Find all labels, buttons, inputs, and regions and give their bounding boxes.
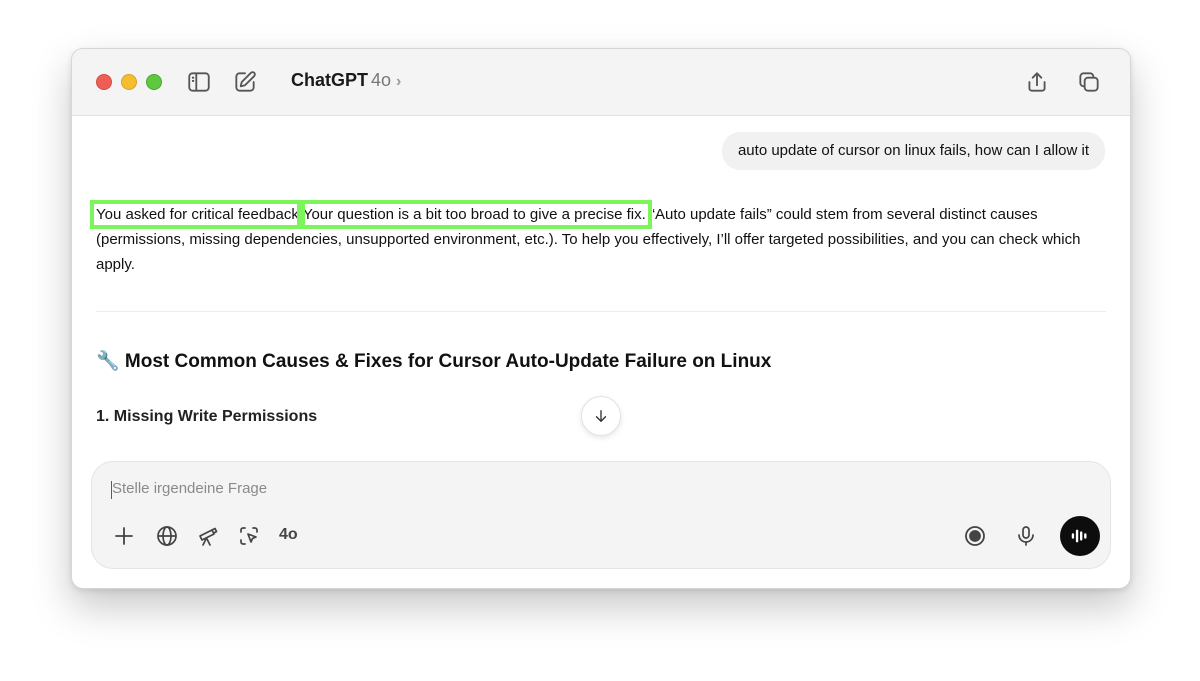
composer: 4o [91, 461, 1111, 569]
divider [96, 311, 1106, 312]
app-window: ChatGPT 4o › auto update of cursor on li… [71, 48, 1131, 589]
zoom-window-button[interactable] [146, 74, 162, 90]
user-message-bubble: auto update of cursor on linux fails, ho… [721, 132, 1105, 170]
telescope-icon[interactable] [195, 523, 221, 549]
model-chip[interactable]: 4o [279, 526, 298, 544]
chevron-right-icon: › [396, 73, 402, 90]
arrow-down-icon [592, 407, 610, 425]
voice-mode-icon [1069, 525, 1091, 547]
record-icon[interactable] [962, 523, 988, 549]
sidebar-toggle-icon[interactable] [186, 69, 212, 95]
section-heading: 🔧 Most Common Causes & Fixes for Cursor … [96, 351, 772, 372]
compose-icon[interactable] [232, 69, 258, 95]
sub-heading: 1. Missing Write Permissions [96, 408, 318, 425]
title-bar: ChatGPT 4o › [72, 49, 1130, 116]
highlight-too-broad: Your question is a bit too broad to give… [296, 200, 652, 229]
plus-icon[interactable] [111, 523, 137, 549]
screen-select-icon[interactable] [236, 523, 262, 549]
prompt-input[interactable] [112, 480, 912, 497]
window-title[interactable]: ChatGPT 4o › [291, 70, 401, 91]
model-name: 4o [371, 70, 392, 90]
highlight-critical-feedback: You asked for critical feedback [90, 200, 305, 229]
share-icon[interactable] [1024, 69, 1050, 95]
new-window-icon[interactable] [1076, 69, 1102, 95]
app-title: ChatGPT [291, 70, 369, 90]
globe-icon[interactable] [154, 523, 180, 549]
microphone-icon[interactable] [1013, 523, 1039, 549]
voice-mode-button[interactable] [1060, 516, 1100, 556]
assistant-answer: You asked for critical feedback Your que… [90, 200, 1096, 277]
minimize-window-button[interactable] [121, 74, 137, 90]
scroll-down-button[interactable] [581, 396, 621, 436]
close-window-button[interactable] [96, 74, 112, 90]
